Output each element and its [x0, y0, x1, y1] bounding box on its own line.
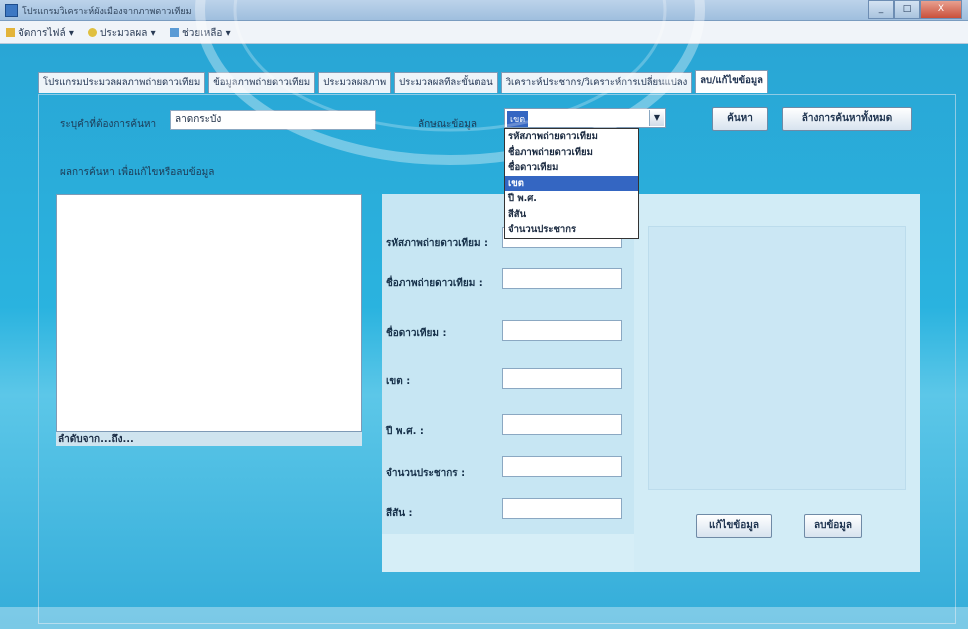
field-label-color: สีสัน : [386, 508, 413, 519]
tab-process-satellite[interactable]: โปรแกรมประมวลผลภาพถ่ายดาวเทียม [38, 72, 206, 93]
menu-process[interactable]: ประมวลผล ▾ [88, 26, 156, 41]
tab-population-analysis[interactable]: วิเคราะห์ประชากร/วิเคราะห์การเปลี่ยนแปลง [500, 72, 693, 93]
minimize-button[interactable]: _ [868, 0, 894, 19]
folder-icon [6, 28, 15, 37]
search-button[interactable]: ค้นหา [712, 107, 768, 131]
chevron-down-icon[interactable]: ▼ [649, 110, 664, 126]
maximize-button[interactable]: □ [894, 0, 920, 19]
category-option[interactable]: รหัสภาพถ่ายดาวเทียม [505, 129, 638, 145]
menu-process-label: ประมวลผล [100, 28, 148, 39]
process-icon [88, 28, 97, 37]
field-label-image-name: ชื่อภาพถ่ายดาวเทียม : [386, 278, 483, 289]
category-option[interactable]: ชื่อภาพถ่ายดาวเทียม [505, 145, 638, 161]
category-option-selected[interactable]: เขต [505, 175, 638, 191]
year-field[interactable] [502, 414, 622, 435]
clear-search-button[interactable]: ล้างการค้นหาทั้งหมด [782, 107, 912, 131]
tab-image-processing[interactable]: ประมวลผลภาพ [318, 72, 392, 93]
field-label-district: เขต : [386, 376, 411, 387]
keyword-input[interactable]: ลาดกระบัง [170, 110, 376, 130]
results-status: ลำดับจาก...ถึง... [56, 432, 362, 446]
category-option[interactable]: จำนวนประชากร [505, 222, 638, 238]
window-controls: _ □ X [868, 0, 962, 19]
app-icon [5, 4, 18, 17]
category-option[interactable]: ปี พ.ศ. [505, 191, 638, 207]
delete-button[interactable]: ลบข้อมูล [804, 514, 862, 538]
bottom-watermark-strip [0, 607, 968, 629]
color-field[interactable] [502, 498, 622, 519]
menu-file-label: จัดการไฟล์ [18, 28, 66, 39]
field-label-population: จำนวนประชากร : [386, 468, 466, 479]
edit-button[interactable]: แก้ไขข้อมูล [696, 514, 772, 538]
tab-step-processing[interactable]: ประมวลผลทีละขั้นตอน [394, 72, 498, 93]
results-label: ผลการค้นหา เพื่อแก้ไขหรือลบข้อมูล [60, 167, 215, 178]
category-option[interactable]: สีสัน [505, 207, 638, 223]
category-selected-value: เขต [507, 111, 529, 127]
close-button[interactable]: X [920, 0, 962, 19]
menu-bar: จัดการไฟล์ ▾ ประมวลผล ▾ ช่วยเหลือ ▾ [0, 21, 968, 44]
category-option[interactable]: ชื่อดาวเทียม [505, 160, 638, 176]
form-footer [382, 534, 634, 572]
window-title: โปรแกรมวิเคราะห์ผังเมืองจากภาพดาวเทียม [22, 7, 192, 17]
population-field[interactable] [502, 456, 622, 477]
tab-delete-edit[interactable]: ลบ/แก้ไขข้อมูล [695, 70, 768, 93]
district-field[interactable] [502, 368, 622, 389]
menu-help-label: ช่วยเหลือ [182, 28, 223, 39]
image-name-field[interactable] [502, 268, 622, 289]
field-label-year: ปี พ.ศ. : [386, 426, 424, 437]
category-select[interactable]: เขต ▼ [504, 108, 666, 128]
category-dropdown: รหัสภาพถ่ายดาวเทียม ชื่อภาพถ่ายดาวเทียม … [504, 128, 639, 239]
satellite-name-field[interactable] [502, 320, 622, 341]
tab-strip: โปรแกรมประมวลผลภาพถ่ายดาวเทียม ข้อมูลภาพ… [38, 70, 771, 94]
tab-satellite-data[interactable]: ข้อมูลภาพถ่ายดาวเทียม [208, 72, 316, 93]
help-icon [170, 28, 179, 37]
results-list[interactable] [56, 194, 362, 432]
menu-file[interactable]: จัดการไฟล์ ▾ [6, 26, 74, 41]
title-bar: โปรแกรมวิเคราะห์ผังเมืองจากภาพดาวเทียม _… [0, 0, 968, 21]
keyword-label: ระบุคำที่ต้องการค้นหา [60, 119, 157, 130]
field-label-satellite-name: ชื่อดาวเทียม : [386, 328, 447, 339]
field-label-image-code: รหัสภาพถ่ายดาวเทียม : [386, 238, 489, 249]
category-label: ลักษณะข้อมูล [418, 119, 477, 130]
image-preview [648, 226, 906, 490]
menu-help[interactable]: ช่วยเหลือ ▾ [170, 26, 231, 41]
